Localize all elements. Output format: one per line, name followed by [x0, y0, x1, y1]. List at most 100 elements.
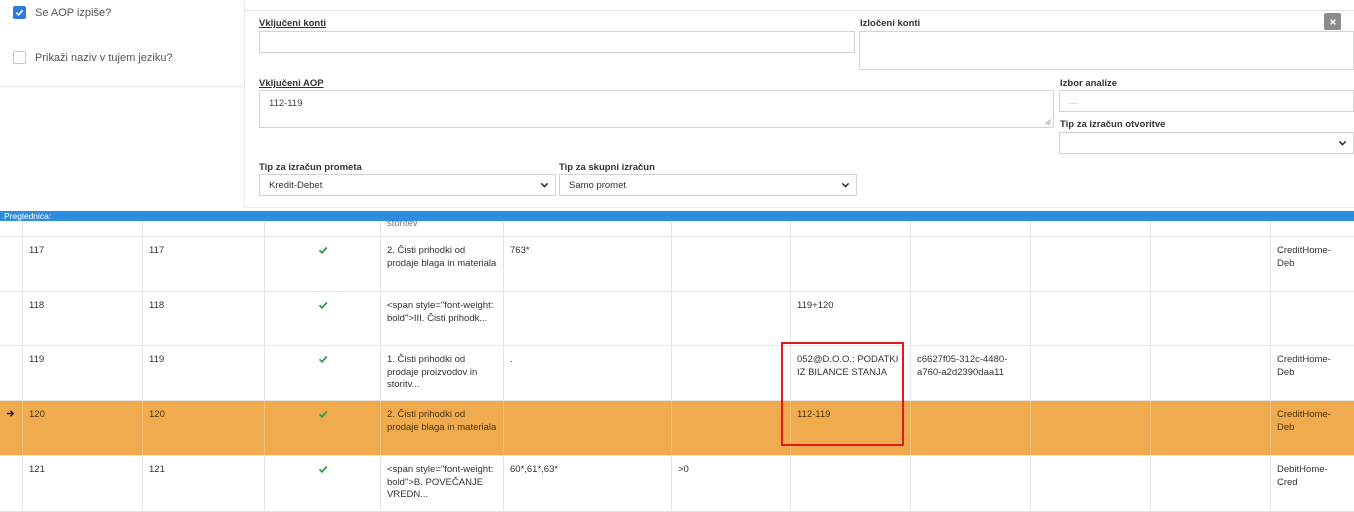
type-cell	[1271, 292, 1354, 345]
empty-cell	[1151, 456, 1271, 511]
panel-bottom-border	[244, 207, 1354, 208]
checkmark-icon	[318, 355, 327, 364]
table-row[interactable]: 119 119 1. Čisti prihodki od prodaje proiz…	[0, 346, 1354, 401]
empty-cell	[1151, 401, 1271, 455]
c1-cell: 117	[23, 237, 143, 291]
empty-cell	[1151, 346, 1271, 400]
show-aop-checkbox[interactable]	[13, 6, 26, 19]
row-indicator-cell	[0, 237, 23, 291]
chevron-down-icon	[841, 182, 850, 188]
highlight-box	[781, 342, 904, 446]
c1-cell: 121	[23, 456, 143, 511]
name-cell: storitev	[381, 221, 504, 236]
condition-cell: >0	[672, 456, 791, 511]
name-cell: 1. Čisti prihodki od prodaje proizvodov …	[381, 346, 504, 400]
table-row[interactable]: 117 117 2. Čisti prihodki od prodaje blaga…	[0, 237, 1354, 292]
analysis-input[interactable]: ...	[1059, 90, 1354, 112]
total-type-value: Samo promet	[569, 179, 627, 191]
foreign-names-checkbox[interactable]	[13, 51, 26, 64]
turnover-type-label: Tip za izračun prometa	[259, 162, 362, 173]
table-row[interactable]: 120 120 2. Čisti prihodki od prodaje blaga…	[0, 401, 1354, 456]
included-aop-textarea[interactable]: 112-119	[259, 90, 1054, 128]
opening-type-label: Tip za izračun otvoritve	[1060, 119, 1166, 130]
grid-title-bar: Preglednica:	[0, 211, 1354, 221]
c1-cell: 120	[23, 401, 143, 455]
panel-divider	[244, 0, 245, 208]
empty-cell	[1031, 401, 1151, 455]
accounts-cell: 763*	[504, 237, 672, 291]
accounts-cell: 60*,61*,63*	[504, 456, 672, 511]
empty-cell	[1031, 237, 1151, 291]
excluded-accounts-input[interactable]	[859, 31, 1354, 70]
empty-cell	[1031, 292, 1151, 345]
active-cell	[265, 346, 381, 400]
guid-cell	[911, 456, 1031, 511]
opening-type-select[interactable]	[1059, 132, 1354, 154]
type-cell: DebitHome-Cred	[1277, 464, 1328, 488]
show-aop-label: Se AOP izpiše?	[35, 6, 112, 19]
c2-cell: 119	[143, 346, 265, 400]
turnover-type-select[interactable]: Kredit-Debet	[259, 174, 556, 196]
condition-cell	[672, 346, 791, 400]
turnover-type-value: Kredit-Debet	[269, 179, 323, 191]
c1-cell: 118	[23, 292, 143, 345]
guid-cell: c6627f05-312c-4480-a760-a2d2390daa11	[911, 346, 1031, 400]
empty-cell	[1151, 292, 1271, 345]
table-row[interactable]: 118 118 <span style="font-weight: bold">II…	[0, 292, 1354, 346]
total-type-select[interactable]: Samo promet	[559, 174, 857, 196]
total-type-label: Tip za skupni izračun	[559, 162, 655, 173]
row-indicator-cell	[0, 292, 23, 345]
type-cell: CreditHome-Deb	[1277, 245, 1331, 269]
foreign-names-option[interactable]: Prikaži naziv v tujem jeziku?	[13, 51, 173, 64]
c2-cell: 120	[143, 401, 265, 455]
active-cell	[265, 237, 381, 291]
left-divider	[0, 86, 244, 87]
checkmark-icon	[15, 9, 24, 17]
name-cell: <span style="font-weight: bold">III. Čis…	[381, 292, 504, 345]
formula-cell	[791, 237, 911, 291]
type-cell: CreditHome-Deb	[1277, 409, 1331, 433]
checkmark-icon	[318, 246, 327, 255]
active-cell	[265, 401, 381, 455]
checkmark-icon	[318, 301, 327, 310]
active-cell	[265, 456, 381, 511]
analysis-placeholder: ...	[1069, 95, 1077, 107]
empty-cell	[1151, 237, 1271, 291]
type-cell: CreditHome-Deb	[1277, 354, 1331, 378]
guid-cell	[911, 401, 1031, 455]
empty-cell	[1031, 346, 1151, 400]
chevron-down-icon	[1338, 140, 1347, 146]
c1-cell: 119	[23, 346, 143, 400]
condition-cell	[672, 401, 791, 455]
foreign-names-label: Prikaži naziv v tujem jeziku?	[35, 51, 173, 64]
condition-cell	[672, 237, 791, 291]
formula-cell	[791, 456, 911, 511]
name-cell: <span style="font-weight: bold">B. POVEČ…	[381, 456, 504, 511]
name-cell: 2. Čisti prihodki od prodaje blaga in ma…	[381, 401, 504, 455]
included-accounts-label: Vključeni konti	[259, 18, 327, 29]
guid-cell	[911, 237, 1031, 291]
condition-cell	[672, 292, 791, 345]
chevron-down-icon	[540, 182, 549, 188]
data-grid[interactable]: storitev 117 117 2. Čisti prihodki od prod…	[0, 221, 1354, 512]
analysis-label: Izbor analize	[1060, 78, 1118, 89]
c2-cell: 117	[143, 237, 265, 291]
checkmark-icon	[318, 465, 327, 474]
included-accounts-input[interactable]	[259, 31, 855, 53]
active-cell	[265, 292, 381, 345]
name-cell: 2. Čisti prihodki od prodaje blaga in ma…	[381, 237, 504, 291]
row-indicator-cell	[0, 456, 23, 511]
excluded-accounts-label: Izločeni konti	[860, 18, 921, 29]
accounts-cell	[504, 401, 672, 455]
row-indicator-cell	[0, 401, 23, 455]
resize-handle-icon[interactable]	[1045, 119, 1051, 125]
arrow-right-icon	[6, 410, 15, 417]
table-row[interactable]: 121 121 <span style="font-weight: bold">B.…	[0, 456, 1354, 512]
close-button[interactable]	[1324, 13, 1341, 30]
show-aop-option[interactable]: Se AOP izpiše?	[13, 6, 111, 19]
included-aop-label: Vključeni AOP	[259, 78, 324, 89]
c2-cell: 121	[143, 456, 265, 511]
table-row-partial[interactable]: storitev	[0, 221, 1354, 237]
close-icon	[1329, 18, 1336, 25]
formula-cell: 119+120	[791, 292, 911, 345]
